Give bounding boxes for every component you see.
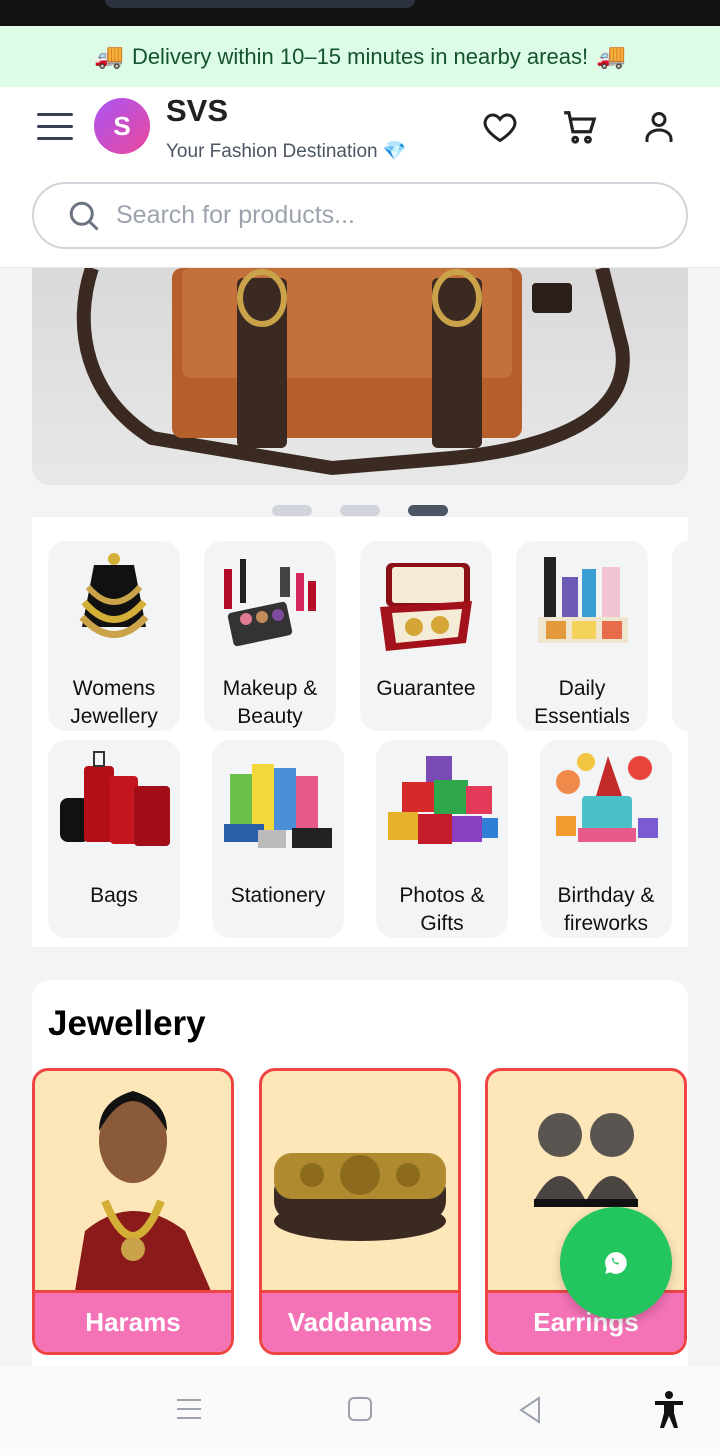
- essentials-image: [538, 557, 628, 643]
- leather-bag-image: [76, 268, 630, 476]
- system-nav-bar: [0, 1366, 720, 1455]
- makeup-image: [224, 559, 316, 647]
- delivery-banner: 🚚 Delivery within 10–15 minutes in nearb…: [0, 26, 720, 87]
- cart-icon[interactable]: [560, 105, 600, 149]
- harams-image: [75, 1091, 211, 1291]
- stationery-image: [224, 764, 332, 848]
- search-icon: [69, 201, 99, 231]
- menu-icon[interactable]: [37, 113, 73, 141]
- delivery-text: Delivery within 10–15 minutes in nearby …: [131, 43, 589, 69]
- category-label: Womens Jewellery: [70, 677, 158, 728]
- vaddanams-image: [274, 1153, 446, 1241]
- category-label: Makeup & Beauty: [222, 677, 318, 728]
- promo-carousel-slide[interactable]: [32, 268, 688, 485]
- jewellery-image: [79, 553, 149, 638]
- card-caption: Harams: [35, 1290, 231, 1352]
- carousel-dot[interactable]: [340, 505, 380, 516]
- card-caption: Vaddanams: [262, 1290, 458, 1352]
- back-icon[interactable]: [517, 1396, 543, 1429]
- category-birthday-fireworks[interactable]: Birthday & fireworks: [540, 740, 672, 938]
- section-title: Jewellery: [48, 1004, 206, 1043]
- accessibility-icon[interactable]: [652, 1390, 686, 1435]
- carousel-indicators: [0, 505, 720, 517]
- brand-logo[interactable]: S: [94, 98, 150, 154]
- status-bar: [0, 0, 720, 26]
- brand-name: SVS: [166, 93, 229, 128]
- gift-box-image: [380, 563, 472, 651]
- gifts-image: [388, 756, 498, 844]
- category-bags[interactable]: Bags: [48, 740, 180, 938]
- product-card-harams[interactable]: Harams: [32, 1068, 234, 1355]
- birthday-image: [556, 753, 658, 842]
- carousel-dot[interactable]: [272, 505, 312, 516]
- category-partial-next[interactable]: [672, 541, 688, 731]
- brand-tagline: Your Fashion Destination 💎: [166, 141, 407, 162]
- search-bar[interactable]: [32, 182, 688, 249]
- category-label: Photos & Gifts: [399, 884, 485, 935]
- camera-notch: [105, 0, 415, 8]
- product-card-earrings[interactable]: Earrings: [485, 1068, 687, 1355]
- category-stationery[interactable]: Stationery: [212, 740, 344, 938]
- recent-apps-icon[interactable]: [175, 1396, 203, 1427]
- category-label: Birthday & fireworks: [557, 884, 655, 935]
- category-label: Stationery: [230, 884, 326, 907]
- category-grid: Womens Jewellery Makeup & Beauty Guarant…: [32, 517, 688, 947]
- category-guarantee[interactable]: Guarantee: [360, 541, 492, 731]
- truck-icon: 🚚: [94, 43, 124, 70]
- category-label: Guarantee: [376, 677, 476, 700]
- luggage-image: [60, 751, 170, 846]
- whatsapp-icon: [605, 1252, 627, 1274]
- user-icon[interactable]: [639, 105, 679, 149]
- heart-icon[interactable]: [480, 105, 520, 149]
- product-card-vaddanams[interactable]: Vaddanams: [259, 1068, 461, 1355]
- truck-icon: 🚚: [596, 43, 626, 70]
- category-label: Bags: [90, 884, 138, 907]
- category-photos-gifts[interactable]: Photos & Gifts: [376, 740, 508, 938]
- category-daily-essentials[interactable]: Daily Essentials: [516, 541, 648, 731]
- category-label: Daily Essentials: [534, 677, 630, 728]
- category-makeup-beauty[interactable]: Makeup & Beauty: [204, 541, 336, 731]
- home-icon[interactable]: [347, 1396, 373, 1427]
- app-header: S SVS Your Fashion Destination 💎: [0, 87, 720, 268]
- carousel-dot-active[interactable]: [408, 505, 448, 516]
- whatsapp-button[interactable]: [560, 1207, 672, 1319]
- search-input[interactable]: [116, 201, 616, 230]
- category-womens-jewellery[interactable]: Womens Jewellery: [48, 541, 180, 731]
